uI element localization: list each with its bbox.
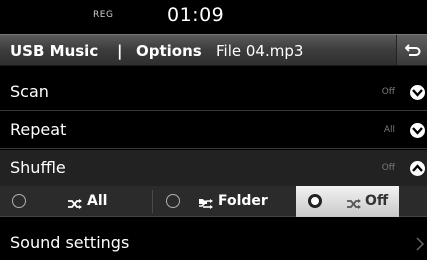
chevron-down-icon[interactable] bbox=[410, 85, 425, 100]
title-bar: USB Music | Options File 04.mp3 bbox=[0, 34, 427, 66]
menu-item-sound-settings[interactable]: Sound settings bbox=[0, 227, 427, 260]
shuffle-icon bbox=[346, 195, 362, 214]
chevron-down-icon[interactable] bbox=[410, 123, 425, 138]
menu-item-value: Off bbox=[381, 163, 395, 173]
shuffle-icon bbox=[67, 195, 83, 214]
menu-item-value: All bbox=[383, 125, 395, 135]
menu-item-repeat[interactable]: Repeat All bbox=[0, 112, 427, 149]
radio-button[interactable] bbox=[308, 194, 322, 208]
radio-button[interactable] bbox=[12, 194, 26, 208]
chevron-up-icon[interactable] bbox=[410, 161, 425, 176]
shuffle-option-folder[interactable]: Folder bbox=[154, 186, 294, 217]
shuffle-option-off[interactable]: Off bbox=[296, 186, 399, 217]
shuffle-option-all[interactable]: All bbox=[0, 186, 150, 217]
page-subtitle: Options bbox=[136, 42, 202, 60]
chevron-right-icon bbox=[416, 236, 425, 255]
menu-item-label: Shuffle bbox=[10, 158, 66, 177]
back-button[interactable] bbox=[396, 35, 427, 65]
menu-item-label: Scan bbox=[10, 82, 49, 101]
current-file: File 04.mp3 bbox=[216, 42, 304, 60]
divider bbox=[152, 190, 153, 213]
menu-item-scan[interactable]: Scan Off bbox=[0, 74, 427, 111]
shuffle-options: All Folder Off bbox=[0, 186, 427, 217]
title-separator: | bbox=[117, 42, 123, 60]
menu-item-shuffle[interactable]: Shuffle Off bbox=[0, 150, 427, 187]
menu-item-label: Repeat bbox=[10, 120, 67, 139]
folder-shuffle-icon bbox=[198, 195, 214, 214]
back-icon bbox=[405, 44, 421, 56]
page-title: USB Music bbox=[10, 42, 99, 60]
shuffle-option-label: Off bbox=[365, 193, 389, 209]
menu-item-value: Off bbox=[381, 87, 395, 97]
shuffle-option-label: Folder bbox=[218, 193, 268, 209]
radio-button[interactable] bbox=[166, 194, 180, 208]
shuffle-option-label: All bbox=[87, 193, 108, 209]
reg-indicator: REG bbox=[93, 10, 114, 20]
menu-item-label: Sound settings bbox=[10, 233, 130, 252]
clock: 01:09 bbox=[167, 4, 225, 26]
status-bar: REG 01:09 bbox=[0, 0, 427, 34]
